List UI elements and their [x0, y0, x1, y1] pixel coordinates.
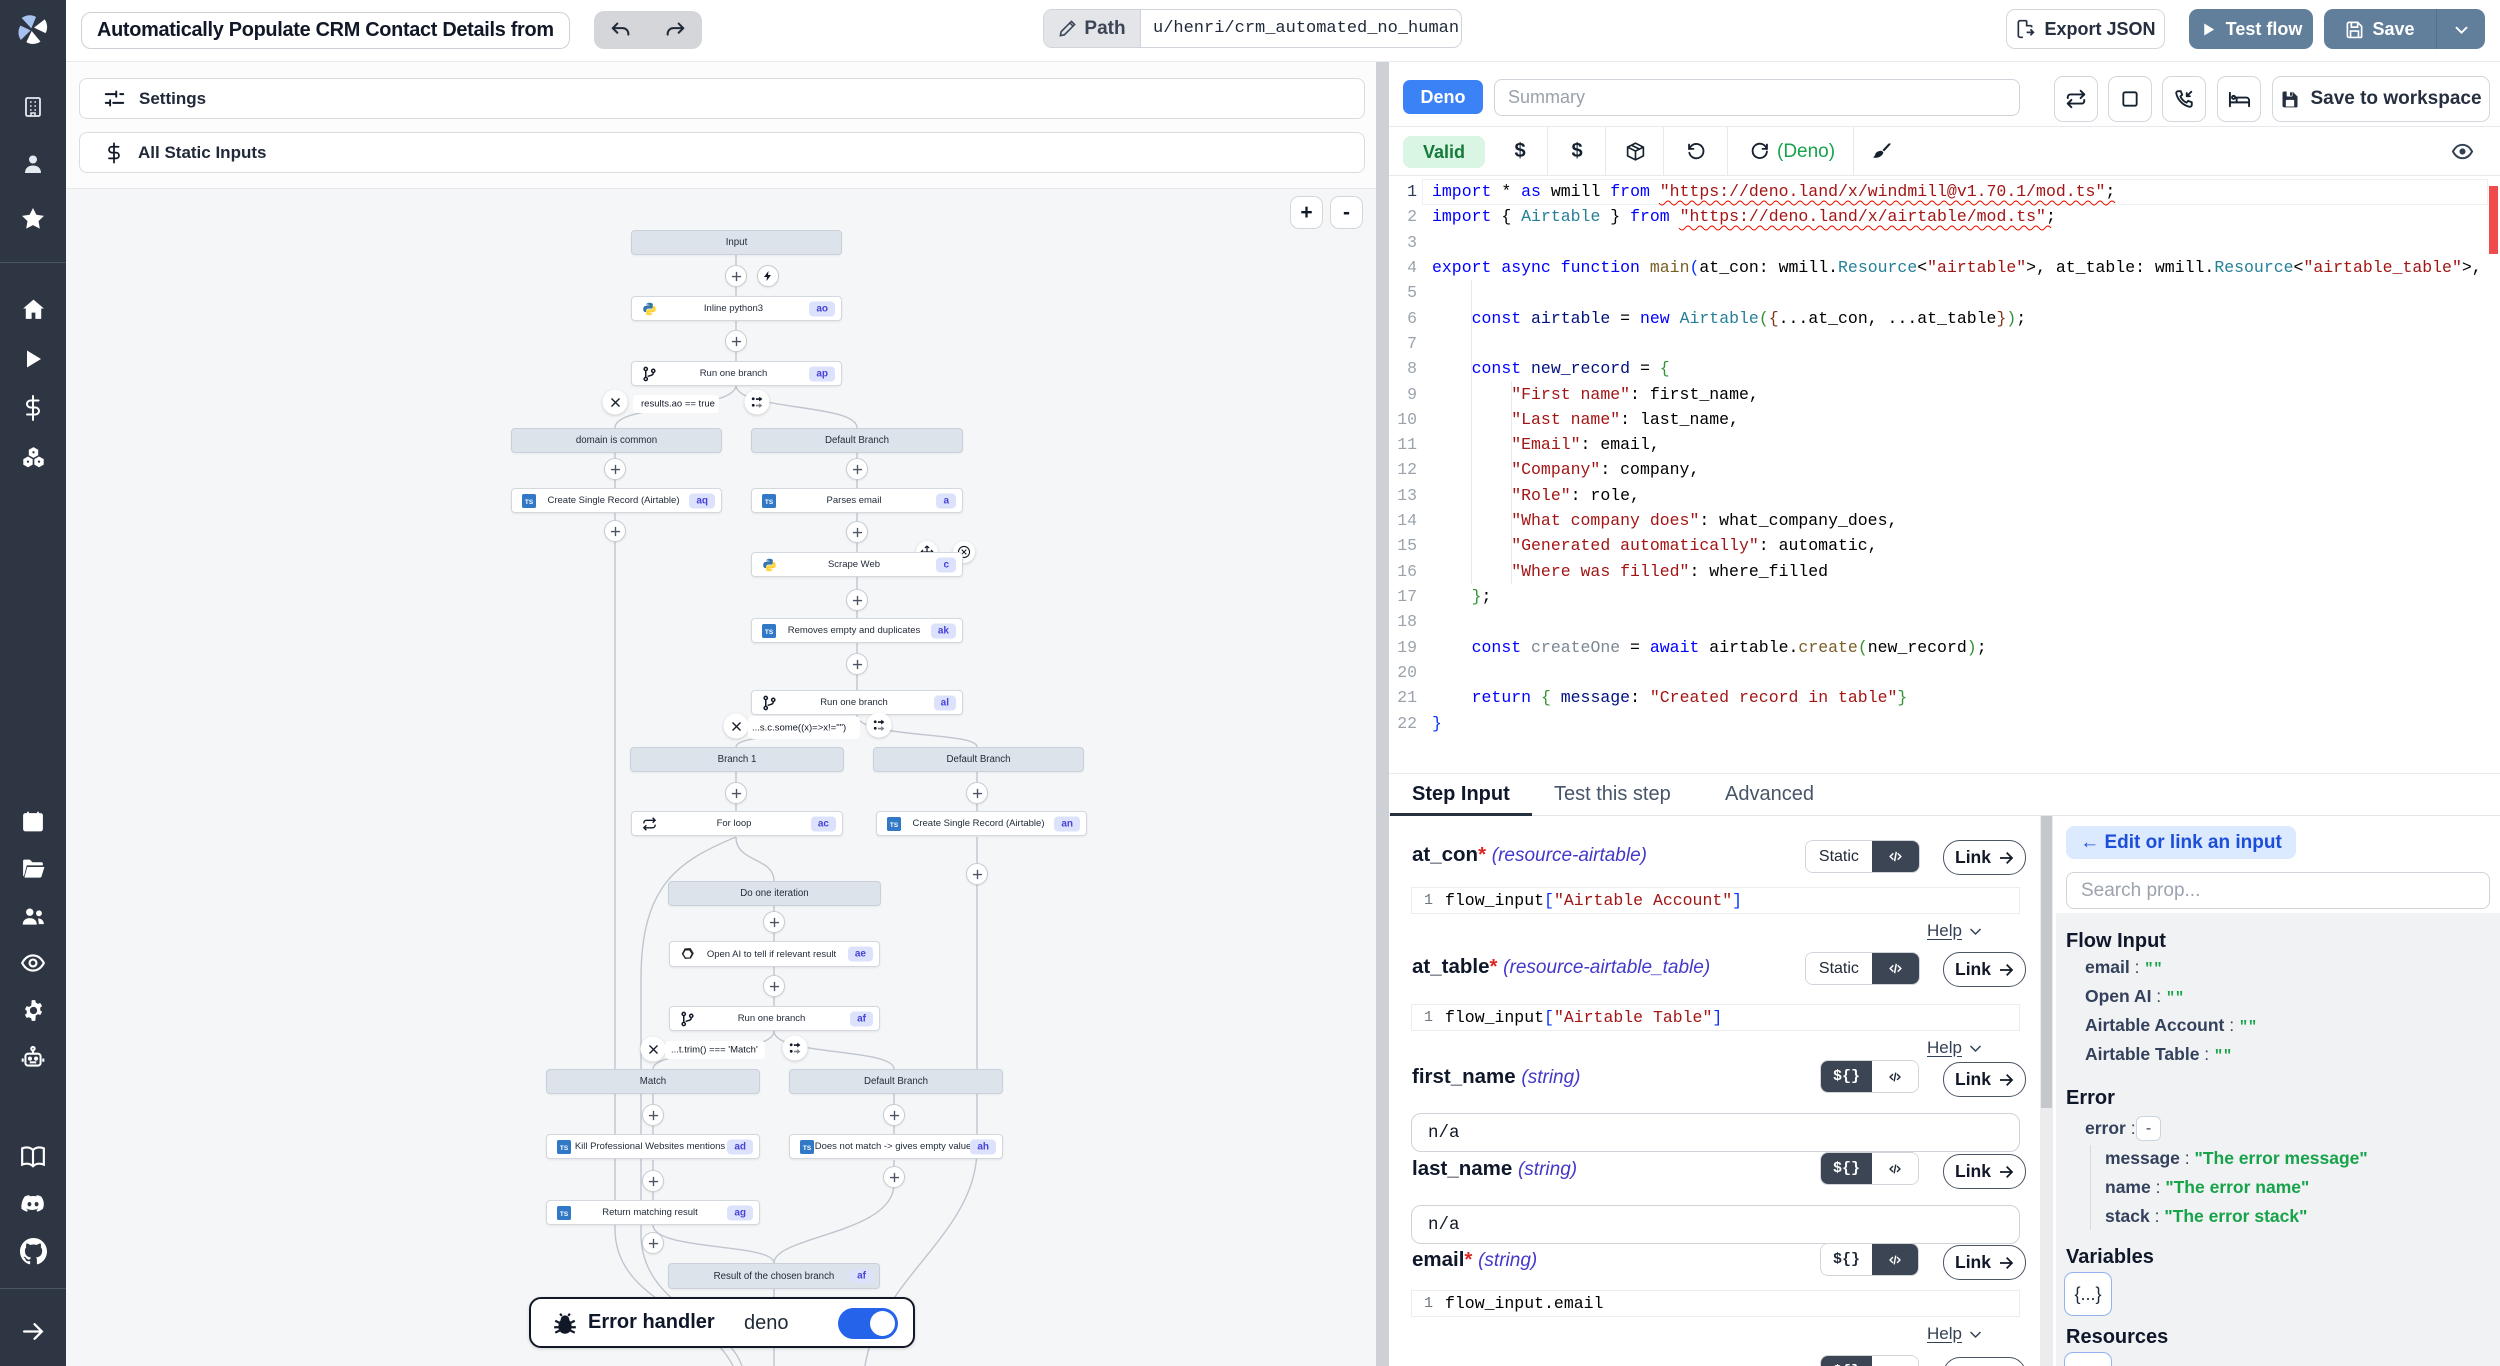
svg-text:TS: TS	[803, 1144, 812, 1151]
svg-text:TS: TS	[890, 821, 899, 828]
svg-text:TS: TS	[525, 498, 534, 505]
svg-text:TS: TS	[765, 628, 774, 635]
svg-text:TS: TS	[765, 498, 774, 505]
svg-text:TS: TS	[560, 1210, 569, 1217]
svg-text:TS: TS	[560, 1144, 569, 1151]
